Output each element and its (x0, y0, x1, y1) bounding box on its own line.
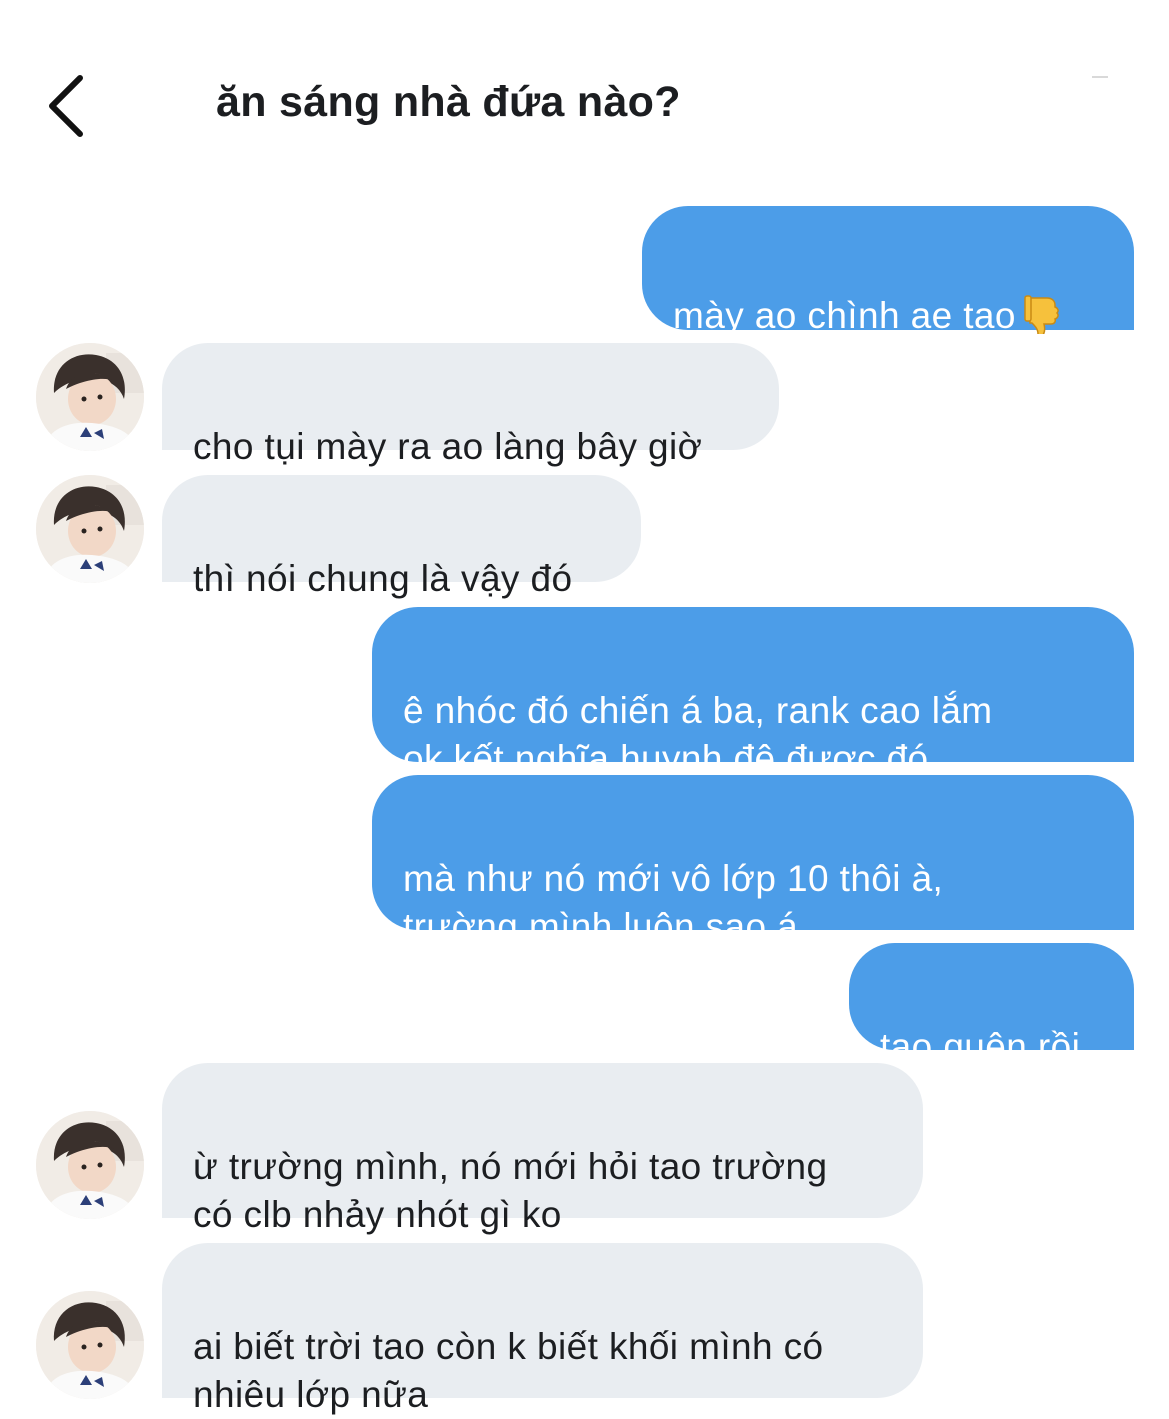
chat-title: ăn sáng nhà đứa nào? (216, 78, 681, 126)
message-bubble-outgoing[interactable]: tao quên rồi (849, 943, 1134, 1067)
message-text: mày ao chình ae tao (673, 295, 1016, 336)
message-bubble-outgoing[interactable]: mà như nó mới vô lớp 10 thôi à, trường m… (372, 775, 1134, 947)
chevron-left-icon (49, 75, 83, 137)
message-text: ê nhóc đó chiến á ba, rank cao lắm ok kế… (403, 690, 993, 779)
avatar[interactable] (36, 1291, 144, 1399)
message-text: cho tụi mày ra ao làng bây giờ (193, 426, 703, 467)
back-button[interactable] (40, 70, 100, 142)
avatar[interactable] (36, 475, 144, 583)
message-bubble-incoming[interactable]: cho tụi mày ra ao làng bây giờ (162, 343, 779, 467)
message-bubble-incoming[interactable]: ừ trường mình, nó mới hỏi tao trường có … (162, 1063, 923, 1235)
header-divider (1092, 76, 1108, 78)
message-bubble-incoming[interactable]: thì nói chung là vậy đó (162, 475, 641, 599)
message-bubble-outgoing[interactable]: mày ao chình ae tao (642, 206, 1134, 336)
message-text: ai biết trời tao còn k biết khối mình có… (193, 1326, 824, 1415)
message-bubble-incoming[interactable]: ai biết trời tao còn k biết khối mình có… (162, 1243, 923, 1415)
message-text: mà như nó mới vô lớp 10 thôi à, trường m… (403, 858, 944, 947)
message-text: thì nói chung là vậy đó (193, 558, 573, 599)
message-text: tao quên rồi (880, 1026, 1081, 1067)
thumbs-down-icon (1024, 295, 1059, 334)
message-text: ừ trường mình, nó mới hỏi tao trường có … (193, 1146, 828, 1235)
avatar[interactable] (36, 1111, 144, 1219)
message-bubble-outgoing[interactable]: ê nhóc đó chiến á ba, rank cao lắm ok kế… (372, 607, 1134, 779)
chat-header: ăn sáng nhà đứa nào? (0, 0, 1169, 170)
avatar[interactable] (36, 343, 144, 451)
